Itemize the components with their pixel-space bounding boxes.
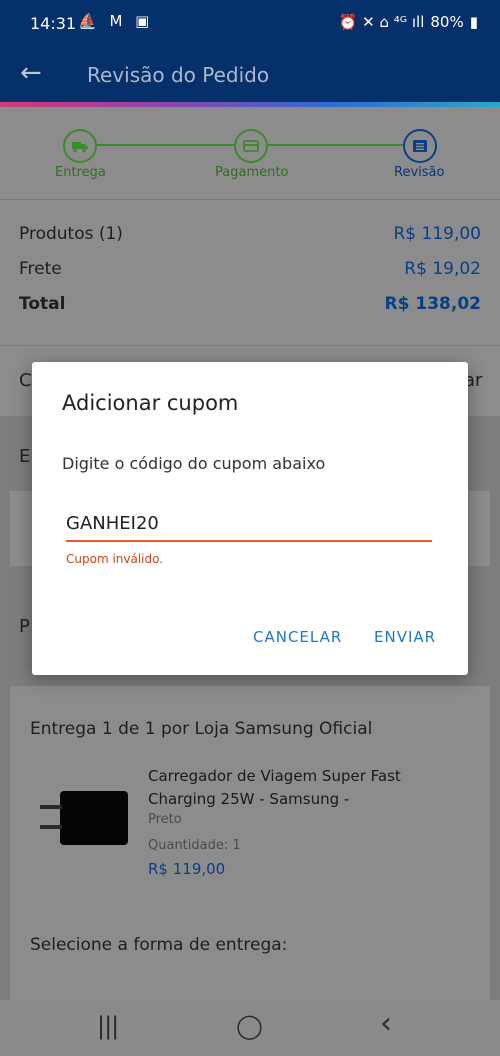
product-color: Preto: [148, 812, 182, 827]
card-icon: [243, 140, 259, 152]
android-nav-bar: ||| ◯ ‹: [0, 1000, 500, 1056]
battery-percent: 80%: [430, 13, 464, 31]
dialog-message: Digite o código do cupom abaixo: [62, 454, 326, 473]
summary-shipping-label: Frete: [19, 259, 62, 279]
coupon-code-input[interactable]: [66, 506, 432, 542]
step-label-entrega: Entrega: [55, 165, 106, 180]
step-entrega: [63, 129, 97, 163]
address-section-title-partial: E: [19, 446, 31, 467]
status-time: 14:31: [30, 14, 77, 33]
shipping-method-label: Selecione a forma de entrega:: [30, 935, 288, 955]
summary-total-value: R$ 138,02: [384, 294, 481, 314]
step-revisao: [403, 129, 437, 163]
products-section-title-partial: P: [19, 616, 30, 637]
step-pagamento: [234, 129, 268, 163]
system-icons: ⏰ ✕ ⌂ ⁴ᴳ ıll 80% ▮: [339, 13, 478, 31]
notification-icons: ⛵ M ▣: [78, 12, 154, 30]
coupon-row-label-partial: C: [19, 370, 32, 391]
coupon-error-message: Cupom inválido.: [66, 552, 164, 566]
product-price: R$ 119,00: [148, 860, 226, 878]
step-connector: [96, 144, 234, 146]
summary-total-label: Total: [19, 294, 66, 314]
summary-products-value: R$ 119,00: [393, 224, 481, 244]
product-name: Carregador de Viagem Super Fast Charging…: [148, 767, 401, 808]
product-quantity: Quantidade: 1: [148, 838, 241, 853]
step-label-pagamento: Pagamento: [215, 165, 289, 180]
summary-total-row: Total R$ 138,02: [19, 294, 481, 314]
back-arrow-icon[interactable]: ←: [20, 60, 42, 86]
order-summary: Produtos (1) R$ 119,00 Frete R$ 19,02 To…: [0, 200, 500, 346]
step-label-revisao: Revisão: [394, 165, 445, 180]
battery-icon: ▮: [469, 13, 478, 31]
submit-coupon-button[interactable]: ENVIAR: [374, 628, 436, 646]
step-connector: [268, 144, 404, 146]
app-bar: ← Revisão do Pedido: [0, 50, 500, 102]
nav-back-icon[interactable]: ‹: [380, 1006, 392, 1041]
coupon-dialog: Adicionar cupom Digite o código do cupom…: [32, 362, 468, 675]
list-icon: [413, 140, 427, 152]
delivery-heading: Entrega 1 de 1 por Loja Samsung Oficial: [30, 719, 373, 739]
page-title: Revisão do Pedido: [87, 63, 270, 87]
system-status-icons: ⏰ ✕ ⌂ ⁴ᴳ ıll: [338, 13, 425, 31]
summary-shipping-row: Frete R$ 19,02: [19, 259, 481, 279]
summary-shipping-value: R$ 19,02: [404, 259, 481, 279]
truck-icon: [72, 142, 88, 153]
product-image: [40, 791, 128, 845]
home-icon[interactable]: ◯: [236, 1012, 263, 1040]
summary-products-label: Produtos (1): [19, 224, 123, 244]
status-bar: 14:31 ⛵ M ▣ ⏰ ✕ ⌂ ⁴ᴳ ıll 80% ▮: [0, 0, 500, 50]
cancel-button[interactable]: CANCELAR: [253, 628, 342, 646]
dialog-title: Adicionar cupom: [62, 391, 239, 415]
summary-products-row: Produtos (1) R$ 119,00: [19, 224, 481, 244]
checkout-stepper: Entrega Pagamento Revisão: [0, 107, 500, 200]
recent-apps-icon[interactable]: |||: [97, 1012, 119, 1040]
